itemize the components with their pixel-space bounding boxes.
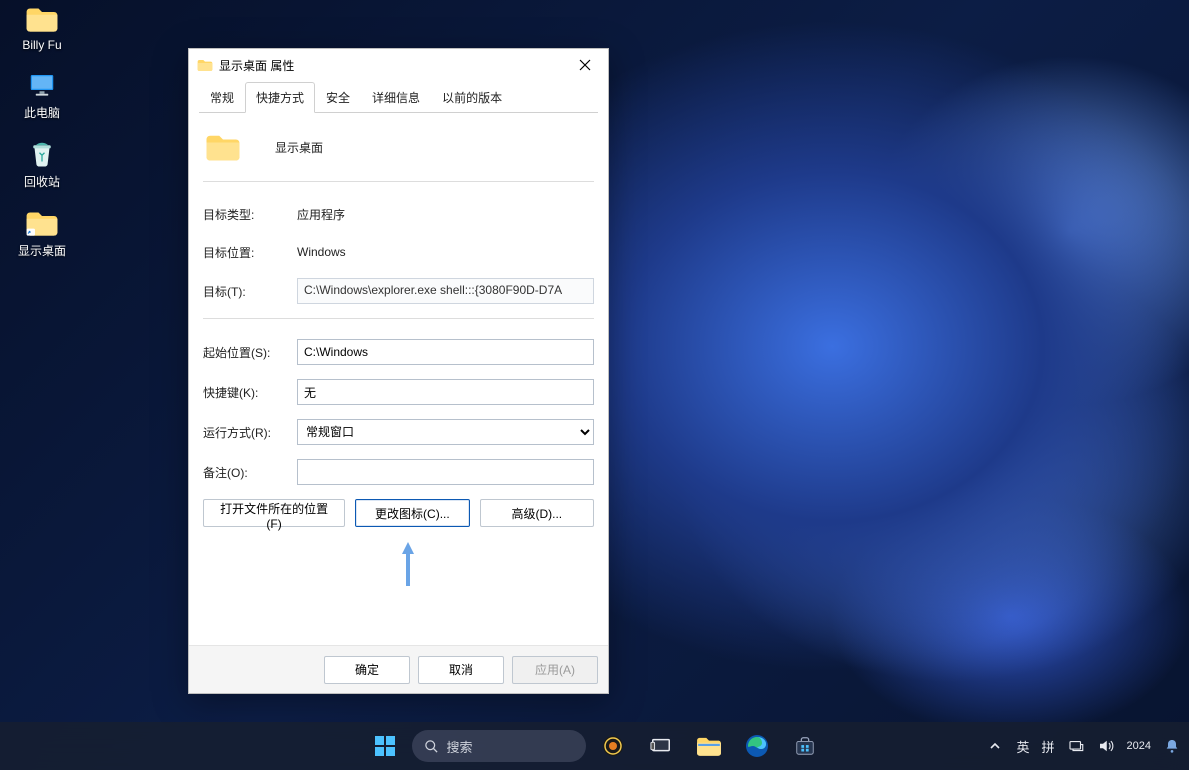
label-target-location: 目标位置: — [203, 244, 297, 261]
tab-previous-versions[interactable]: 以前的版本 — [431, 82, 513, 113]
desktop-icon-user-folder[interactable]: Billy Fu — [6, 0, 78, 54]
start-in-input[interactable] — [297, 339, 594, 365]
search-icon — [424, 739, 439, 754]
value-target-type: 应用程序 — [297, 206, 594, 223]
run-mode-select[interactable]: 常规窗口 — [297, 419, 594, 445]
taskbar-taskview[interactable] — [640, 725, 682, 767]
label-comment: 备注(O): — [203, 464, 297, 481]
tab-shortcut[interactable]: 快捷方式 — [245, 82, 315, 113]
ok-button[interactable]: 确定 — [324, 656, 410, 684]
open-file-location-button[interactable]: 打开文件所在的位置(F) — [203, 499, 345, 527]
tray-clock[interactable]: 2024 — [1127, 740, 1151, 752]
monitor-icon — [25, 70, 59, 100]
tab-strip: 常规 快捷方式 安全 详细信息 以前的版本 — [189, 81, 608, 112]
folder-shortcut-icon — [25, 208, 59, 238]
folder-icon — [205, 131, 241, 163]
comment-input[interactable] — [297, 459, 594, 485]
taskbar-explorer[interactable] — [688, 725, 730, 767]
ime-language[interactable]: 英 — [1016, 737, 1029, 756]
tab-details[interactable]: 详细信息 — [361, 82, 431, 113]
desktop-icon-show-desktop[interactable]: 显示桌面 — [6, 204, 78, 261]
close-button[interactable] — [562, 49, 608, 81]
cancel-button[interactable]: 取消 — [418, 656, 504, 684]
recycle-bin-icon — [25, 139, 59, 169]
desktop-icon-label: 回收站 — [6, 173, 78, 190]
label-run: 运行方式(R): — [203, 424, 297, 441]
notifications-icon[interactable] — [1163, 737, 1181, 755]
desktop-icon-this-pc[interactable]: 此电脑 — [6, 66, 78, 123]
taskbar-edge[interactable] — [736, 725, 778, 767]
desktop-icon-label: 此电脑 — [6, 104, 78, 121]
hotkey-input[interactable] — [297, 379, 594, 405]
apply-button[interactable]: 应用(A) — [512, 656, 598, 684]
dialog-title: 显示桌面 属性 — [219, 57, 562, 74]
ime-mode[interactable]: 拼 — [1042, 737, 1055, 756]
label-hotkey: 快捷键(K): — [203, 384, 297, 401]
tray-overflow-icon[interactable] — [986, 737, 1004, 755]
taskbar: 搜索 英 拼 2024 — [0, 722, 1189, 770]
desktop-icon-label: Billy Fu — [6, 38, 78, 52]
label-target: 目标(T): — [203, 283, 297, 300]
network-icon[interactable] — [1067, 737, 1085, 755]
taskbar-copilot[interactable] — [592, 725, 634, 767]
value-target-location: Windows — [297, 245, 594, 259]
tab-security[interactable]: 安全 — [315, 82, 361, 113]
properties-dialog: 显示桌面 属性 常规 快捷方式 安全 详细信息 以前的版本 显示桌面 目标类型:… — [188, 48, 609, 694]
separator — [203, 318, 594, 319]
desktop-icon-recycle-bin[interactable]: 回收站 — [6, 135, 78, 192]
volume-icon[interactable] — [1097, 737, 1115, 755]
search-placeholder: 搜索 — [447, 737, 473, 756]
titlebar[interactable]: 显示桌面 属性 — [189, 49, 608, 81]
desktop-icon-label: 显示桌面 — [6, 242, 78, 259]
system-tray: 英 拼 2024 — [986, 737, 1181, 756]
shortcut-name: 显示桌面 — [275, 139, 323, 156]
change-icon-button[interactable]: 更改图标(C)... — [355, 499, 469, 527]
taskbar-store[interactable] — [784, 725, 826, 767]
dialog-footer: 确定 取消 应用(A) — [189, 645, 608, 693]
taskbar-search[interactable]: 搜索 — [412, 730, 586, 762]
folder-icon — [25, 4, 59, 34]
folder-icon — [197, 57, 213, 73]
tab-content: 显示桌面 目标类型: 应用程序 目标位置: Windows 目标(T): C:\… — [189, 113, 608, 527]
label-target-type: 目标类型: — [203, 206, 297, 223]
tab-general[interactable]: 常规 — [199, 82, 245, 113]
start-button[interactable] — [364, 725, 406, 767]
target-input[interactable]: C:\Windows\explorer.exe shell:::{3080F90… — [297, 278, 594, 304]
label-start-in: 起始位置(S): — [203, 344, 297, 361]
advanced-button[interactable]: 高级(D)... — [480, 499, 594, 527]
desktop-icons: Billy Fu 此电脑 回收站 显示桌面 — [6, 0, 86, 273]
